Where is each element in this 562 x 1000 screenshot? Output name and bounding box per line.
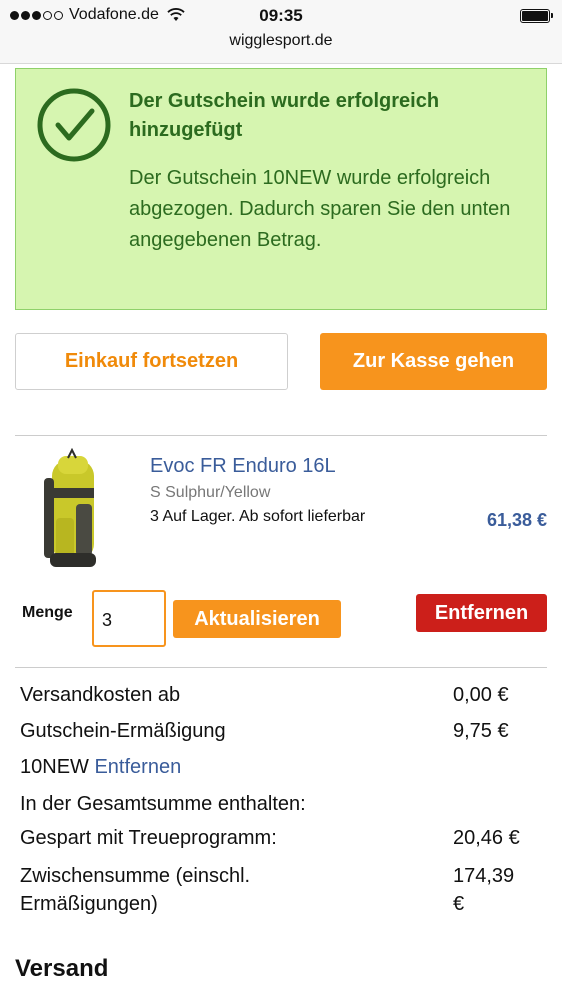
quantity-input[interactable]: 3	[92, 590, 166, 647]
remove-voucher-link[interactable]: Entfernen	[94, 756, 181, 778]
subtotal-label-line-1: Zwischensumme (einschl.	[20, 865, 251, 887]
included-label: In der Gesamtsumme enthalten:	[20, 793, 306, 815]
subtotal-value: 174,39 €	[453, 862, 543, 918]
shipping-section-heading: Versand	[15, 955, 109, 982]
quantity-label: Menge	[22, 604, 73, 621]
subtotal-label-line-2: Ermäßigungen)	[20, 893, 158, 915]
divider	[15, 667, 547, 668]
checkmark-circle-icon	[37, 88, 111, 162]
banner-message: Der Gutschein 10NEW wurde erfolgreich ab…	[129, 167, 511, 251]
product-image[interactable]	[30, 448, 115, 573]
product-variant: S Sulphur/Yellow	[150, 484, 271, 501]
voucher-code: 10NEW	[20, 756, 89, 778]
subtotal-value-amount: 174,39	[453, 865, 515, 887]
shipping-label: Versandkosten ab	[20, 684, 181, 706]
product-price: 61,38 €	[486, 510, 547, 530]
product-stock-status: 3 Auf Lager. Ab sofort lieferbar	[150, 508, 366, 525]
divider	[15, 435, 547, 436]
continue-shopping-button[interactable]: Einkauf fortsetzen	[15, 333, 288, 390]
voucher-code-line: 10NEW Entfernen	[20, 753, 181, 781]
battery-icon	[520, 9, 553, 23]
checkout-button[interactable]: Zur Kasse gehen	[320, 333, 547, 390]
voucher-value: 9,75 €	[453, 720, 509, 742]
subtotal-value-currency: €	[453, 893, 465, 915]
product-name-link[interactable]: Evoc FR Enduro 16L	[150, 455, 336, 478]
subtotal-label: Zwischensumme (einschl. Ermäßigungen)	[20, 862, 250, 918]
clock: 09:35	[259, 6, 303, 25]
status-bar: Vodafone.de 09:35 wigglesport.de	[0, 0, 562, 64]
remove-item-button[interactable]: Entfernen	[416, 594, 547, 632]
voucher-label: Gutschein-Ermäßigung	[20, 720, 226, 742]
url-bar[interactable]: wigglesport.de	[0, 32, 562, 50]
banner-title: Der Gutschein wurde erfolgreich hinzugef…	[129, 90, 440, 141]
shipping-value: 0,00 €	[453, 684, 509, 706]
update-quantity-button[interactable]: Aktualisieren	[173, 600, 341, 638]
loyalty-label: Gespart mit Treueprogramm:	[20, 827, 277, 849]
loyalty-value: 20,46 €	[453, 827, 520, 849]
voucher-success-banner: Der Gutschein wurde erfolgreich hinzugef…	[15, 68, 547, 310]
